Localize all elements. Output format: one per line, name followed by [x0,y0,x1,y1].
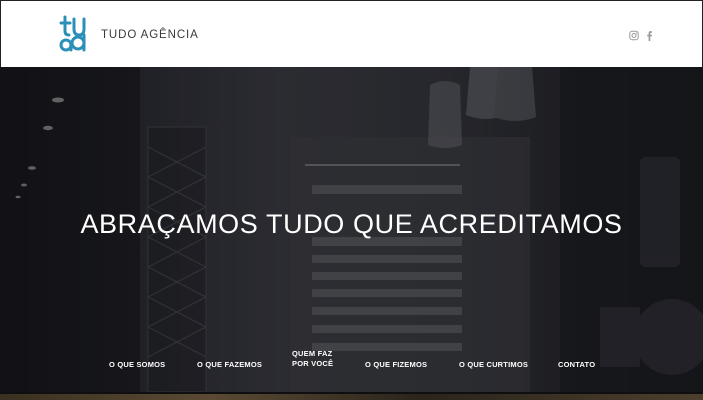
tudo-logo-icon[interactable] [59,14,95,52]
social-links [629,30,654,41]
nav-item-contato[interactable]: CONTATO [558,360,595,370]
nav-item-o-que-fizemos[interactable]: O QUE FIZEMOS [365,360,427,370]
section-divider [0,392,703,394]
brand-name[interactable]: TUDO AGÊNCIA [101,29,199,41]
facebook-icon[interactable] [644,30,654,41]
nav-item-o-que-curtimos[interactable]: O QUE CURTIMOS [459,360,528,370]
nav-item-o-que-somos[interactable]: O QUE SOMOS [109,360,165,370]
hero-banner: ABRAÇAMOS TUDO QUE ACREDITAMOS [0,67,703,392]
nav-item-quem-faz-por-voce[interactable]: QUEM FAZ POR VOCÊ [292,349,333,369]
hero-headline: ABRAÇAMOS TUDO QUE ACREDITAMOS [80,209,623,239]
instagram-icon[interactable] [629,30,639,41]
site-header: TUDO AGÊNCIA [0,0,703,67]
main-navigation: O QUE SOMOS O QUE FAZEMOS QUEM FAZ POR V… [0,345,703,385]
nav-item-o-que-fazemos[interactable]: O QUE FAZEMOS [197,360,262,370]
next-section-preview [0,392,703,400]
nav-item-label-line2: POR VOCÊ [292,359,334,368]
nav-item-label-line1: QUEM FAZ [292,349,333,358]
